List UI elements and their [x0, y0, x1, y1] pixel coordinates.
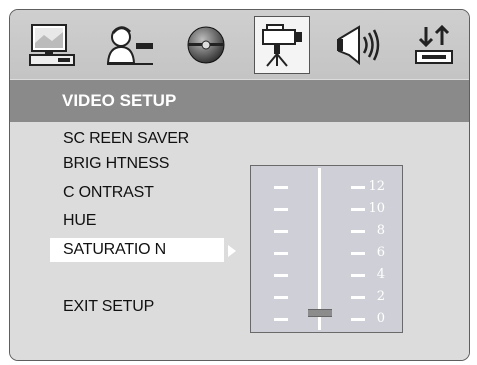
- video-setup-panel: VIDEO SETUP SC REEN SAVER BRIG HTNESS C …: [9, 9, 470, 361]
- selection-arrow-icon: [228, 245, 236, 257]
- saturation-slider[interactable]: 12 10 8 6 4 2 0: [250, 165, 403, 333]
- slider-label: 6: [376, 245, 385, 260]
- menu-item-contrast[interactable]: C ONTRAST: [63, 184, 154, 202]
- slider-knob[interactable]: [308, 309, 332, 317]
- menu-item-saturation[interactable]: SATURATIO N: [50, 238, 224, 262]
- slider-tick: [274, 274, 288, 277]
- menu-item-hue[interactable]: HUE: [63, 212, 96, 230]
- slider-tick: [274, 208, 288, 211]
- slider-label: 4: [376, 267, 385, 282]
- slider-label: 2: [376, 289, 385, 304]
- slider-track: [318, 168, 321, 330]
- slider-label: 0: [376, 311, 385, 326]
- monitor-icon[interactable]: [24, 16, 80, 74]
- slider-tick: [274, 230, 288, 233]
- menu-item-exit-setup[interactable]: EXIT SETUP: [63, 298, 154, 316]
- slider-tick: [274, 252, 288, 255]
- menu-item-screen-saver[interactable]: SC REEN SAVER: [63, 130, 189, 148]
- slider-label: 10: [368, 201, 385, 216]
- disc-icon[interactable]: [178, 16, 234, 74]
- video-camera-icon[interactable]: [254, 16, 310, 74]
- menu-item-brightness[interactable]: BRIG HTNESS: [63, 155, 169, 173]
- slider-tick: [274, 186, 288, 189]
- setup-icon-bar: [10, 10, 469, 79]
- slider-label: 12: [368, 179, 385, 194]
- person-icon[interactable]: [102, 16, 158, 74]
- slider-label: 8: [376, 223, 385, 238]
- settings-content: SC REEN SAVER BRIG HTNESS C ONTRAST HUE …: [10, 122, 469, 360]
- page-title: VIDEO SETUP: [62, 91, 177, 110]
- speaker-icon[interactable]: [330, 16, 386, 74]
- preference-icon[interactable]: [406, 16, 462, 74]
- slider-tick: [274, 318, 288, 321]
- slider-tick: [274, 296, 288, 299]
- section-header: VIDEO SETUP: [10, 80, 469, 122]
